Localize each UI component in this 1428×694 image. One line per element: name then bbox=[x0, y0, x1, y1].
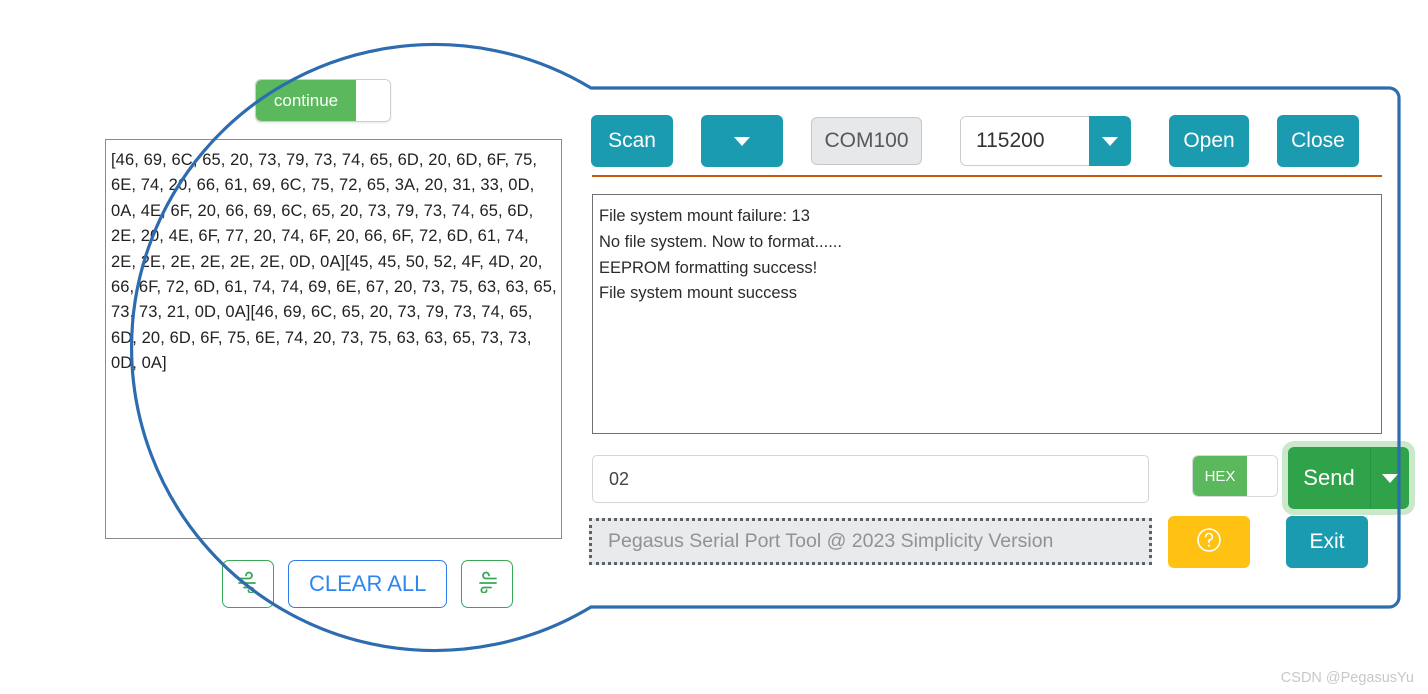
send-input[interactable]: 02 bbox=[592, 455, 1149, 503]
terminal-line: EEPROM formatting success! bbox=[599, 258, 818, 277]
question-circle-icon bbox=[1194, 525, 1224, 560]
terminal-line: File system mount success bbox=[599, 284, 798, 303]
magnified-region: continue [46, 69, 6C, 65, 20, 73, 79, 73… bbox=[0, 0, 600, 660]
terminal-line: File system mount failure: 13 bbox=[599, 207, 810, 225]
continue-toggle-off-track bbox=[356, 80, 390, 121]
port-value-field[interactable]: COM100 bbox=[811, 117, 922, 165]
scan-button[interactable]: Scan bbox=[591, 115, 673, 167]
hex-log-textarea[interactable]: [46, 69, 6C, 65, 20, 73, 79, 73, 74, 65,… bbox=[105, 139, 562, 539]
zoom-action-buttons: CLEAR ALL bbox=[222, 560, 514, 608]
wind-left-button[interactable] bbox=[222, 560, 274, 608]
send-button[interactable]: Send bbox=[1288, 447, 1370, 509]
exit-button[interactable]: Exit bbox=[1286, 516, 1368, 568]
wind-left-icon bbox=[235, 571, 261, 598]
baudrate-value[interactable]: 115200 bbox=[960, 116, 1089, 166]
terminal-line: No file system. Now to format...... bbox=[599, 232, 842, 251]
chevron-down-icon bbox=[1102, 136, 1118, 146]
baudrate-combobox[interactable]: 115200 bbox=[960, 116, 1131, 166]
help-button[interactable] bbox=[1168, 516, 1250, 568]
hex-toggle-off-track bbox=[1247, 456, 1277, 496]
send-button-group: Send bbox=[1288, 447, 1409, 509]
chevron-down-icon bbox=[734, 136, 750, 146]
terminal-output[interactable]: File system mount failure: 13 No file sy… bbox=[592, 194, 1382, 434]
continue-toggle[interactable]: continue bbox=[255, 79, 391, 122]
toolbar: Scan COM100 115200 Open Close bbox=[591, 115, 1391, 167]
wind-right-icon bbox=[474, 571, 500, 598]
close-button[interactable]: Close bbox=[1277, 115, 1359, 167]
status-bar: Pegasus Serial Port Tool @ 2023 Simplici… bbox=[589, 518, 1152, 565]
clear-all-button[interactable]: CLEAR ALL bbox=[288, 560, 448, 608]
send-dropdown-button[interactable] bbox=[1370, 447, 1409, 509]
open-button[interactable]: Open bbox=[1169, 115, 1249, 167]
csdn-watermark: CSDN @PegasusYu bbox=[1280, 670, 1414, 686]
continue-toggle-on-label: continue bbox=[256, 80, 356, 121]
send-row: 02 HEX Send bbox=[592, 447, 1409, 509]
hex-toggle-label: HEX bbox=[1193, 456, 1247, 496]
chevron-down-icon bbox=[1382, 473, 1398, 483]
port-dropdown-button[interactable] bbox=[701, 115, 783, 167]
hex-toggle[interactable]: HEX bbox=[1192, 455, 1278, 497]
wind-right-button[interactable] bbox=[461, 560, 514, 608]
baudrate-dropdown-button[interactable] bbox=[1089, 116, 1131, 166]
toolbar-separator bbox=[592, 175, 1382, 177]
